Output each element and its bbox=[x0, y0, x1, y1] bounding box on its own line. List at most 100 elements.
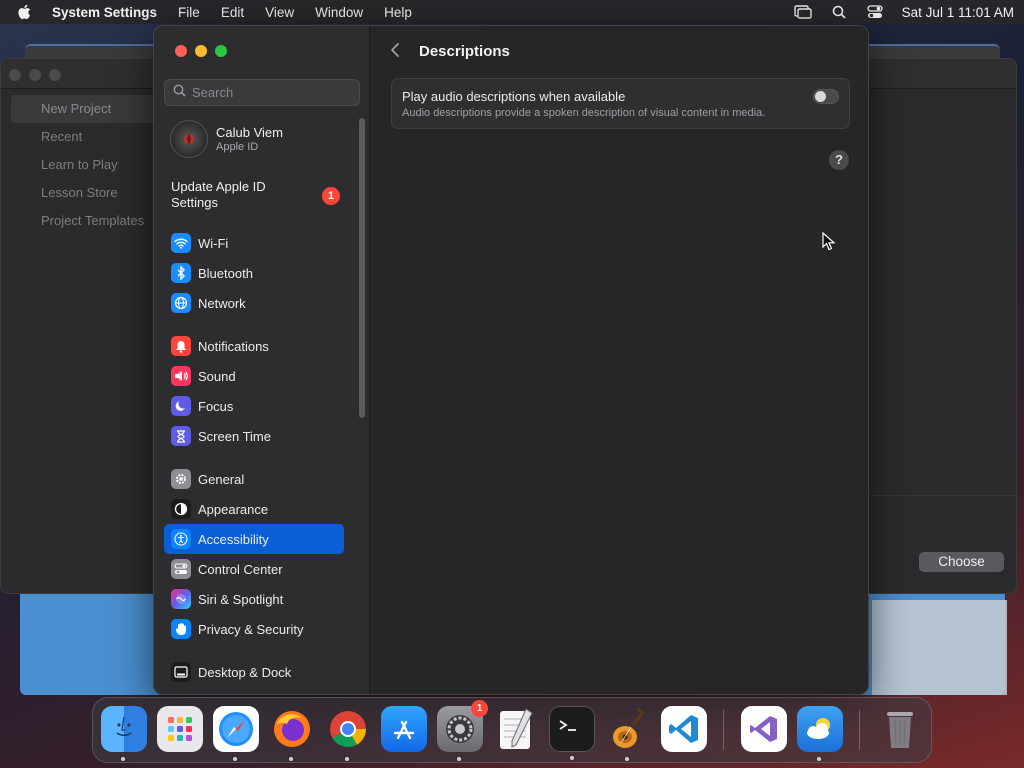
settings-content: Descriptions Play audio descriptions whe… bbox=[371, 26, 868, 694]
sidebar-item-network[interactable]: Network bbox=[164, 288, 344, 318]
trash-icon[interactable] bbox=[877, 706, 923, 752]
background-content-panel bbox=[872, 600, 1007, 695]
help-button[interactable]: ? bbox=[829, 150, 849, 170]
bluetooth-icon bbox=[171, 263, 191, 283]
sidebar-item-label: Accessibility bbox=[198, 531, 269, 547]
system-settings-icon[interactable]: 1 bbox=[437, 700, 488, 761]
menu-edit[interactable]: Edit bbox=[221, 5, 244, 20]
audio-descriptions-toggle[interactable] bbox=[813, 89, 839, 104]
menu-app-name[interactable]: System Settings bbox=[52, 5, 157, 20]
menu-file[interactable]: File bbox=[178, 5, 200, 20]
vscode-icon[interactable] bbox=[661, 706, 707, 752]
avatar bbox=[170, 120, 208, 158]
weather-icon[interactable] bbox=[797, 706, 843, 761]
close-button[interactable] bbox=[175, 45, 187, 57]
hand-icon bbox=[171, 619, 191, 639]
background-sidebar-item[interactable]: Lesson Store bbox=[11, 179, 161, 207]
menu-window[interactable]: Window bbox=[315, 5, 363, 20]
globe-icon bbox=[171, 293, 191, 313]
minimize-button[interactable] bbox=[195, 45, 207, 57]
profile-name: Calub Viem bbox=[216, 125, 283, 140]
sidebar-item-label: Control Center bbox=[198, 561, 283, 577]
background-sidebar-item[interactable]: Learn to Play bbox=[11, 151, 161, 179]
sidebar-scrollbar[interactable] bbox=[359, 118, 365, 418]
spotlight-search-icon[interactable] bbox=[830, 5, 848, 19]
chrome-icon[interactable] bbox=[325, 706, 371, 761]
apple-id-profile[interactable]: Calub Viem Apple ID bbox=[170, 120, 283, 158]
choose-button[interactable]: Choose bbox=[919, 552, 1004, 572]
textedit-icon[interactable] bbox=[493, 706, 539, 752]
search-input[interactable] bbox=[192, 85, 352, 100]
menu-help[interactable]: Help bbox=[384, 5, 412, 20]
sidebar-item-notifications[interactable]: Notifications bbox=[164, 331, 344, 361]
background-minimize-button[interactable] bbox=[29, 69, 41, 81]
sidebar-group-desktop: Desktop & Dock bbox=[164, 657, 344, 687]
background-sidebar: New Project Recent Learn to Play Lesson … bbox=[11, 95, 161, 235]
search-field[interactable] bbox=[164, 79, 360, 106]
sidebar-item-label: Privacy & Security bbox=[198, 621, 304, 637]
bell-icon bbox=[171, 336, 191, 356]
profile-subtitle: Apple ID bbox=[216, 141, 259, 153]
control-center-icon bbox=[171, 559, 191, 579]
sidebar-item-siri-spotlight[interactable]: Siri & Spotlight bbox=[164, 584, 344, 614]
sidebar-item-label: Wi-Fi bbox=[198, 235, 229, 251]
mouse-cursor-icon bbox=[822, 231, 836, 257]
settings-sidebar: Calub Viem Apple ID Update Apple ID Sett… bbox=[154, 26, 370, 694]
sidebar-item-control-center[interactable]: Control Center bbox=[164, 554, 344, 584]
sidebar-item-sound[interactable]: Sound bbox=[164, 361, 344, 391]
sidebar-item-label: Screen Time bbox=[198, 428, 271, 444]
background-footer bbox=[871, 495, 1018, 595]
zoom-button[interactable] bbox=[215, 45, 227, 57]
sidebar-item-focus[interactable]: Focus bbox=[164, 391, 344, 421]
menu-clock[interactable]: Sat Jul 1 11:01 AM bbox=[902, 5, 1014, 20]
sidebar-group-network: Wi-Fi Bluetooth Network bbox=[164, 228, 344, 318]
garageband-icon[interactable] bbox=[605, 706, 651, 761]
terminal-icon[interactable] bbox=[549, 706, 595, 760]
safari-icon[interactable] bbox=[213, 706, 259, 761]
sidebar-item-general[interactable]: General bbox=[164, 464, 344, 494]
back-button[interactable] bbox=[389, 42, 405, 60]
hourglass-icon bbox=[171, 426, 191, 446]
sidebar-item-wifi[interactable]: Wi-Fi bbox=[164, 228, 344, 258]
toggle-knob bbox=[815, 91, 826, 102]
background-sidebar-item[interactable]: Recent bbox=[11, 123, 161, 151]
speaker-icon bbox=[171, 366, 191, 386]
sidebar-group-system: General Appearance Accessibility Control… bbox=[164, 464, 344, 644]
dock-separator bbox=[859, 710, 860, 750]
sidebar-item-accessibility[interactable]: Accessibility bbox=[164, 524, 344, 554]
sidebar-item-screen-time[interactable]: Screen Time bbox=[164, 421, 344, 451]
app-store-icon[interactable] bbox=[381, 706, 427, 752]
notification-badge: 1 bbox=[322, 187, 340, 205]
sidebar-item-label: Network bbox=[198, 295, 246, 311]
visual-studio-icon[interactable] bbox=[741, 706, 787, 752]
firefox-icon[interactable] bbox=[269, 706, 315, 761]
screen-mirroring-icon[interactable] bbox=[793, 5, 812, 19]
system-settings-badge: 1 bbox=[471, 700, 488, 717]
sidebar-item-label: Focus bbox=[198, 398, 234, 414]
finder-icon[interactable] bbox=[101, 706, 147, 761]
update-apple-id-label: Update Apple ID Settings bbox=[171, 179, 266, 210]
control-center-menu-icon[interactable] bbox=[866, 5, 884, 19]
audio-descriptions-setting: Play audio descriptions when available A… bbox=[391, 78, 850, 129]
background-sidebar-item[interactable]: New Project bbox=[11, 95, 161, 123]
background-zoom-button[interactable] bbox=[49, 69, 61, 81]
dock-icon bbox=[171, 662, 191, 682]
sidebar-item-appearance[interactable]: Appearance bbox=[164, 494, 344, 524]
gear-icon bbox=[171, 469, 191, 489]
dock: 1 bbox=[92, 697, 932, 763]
accessibility-icon bbox=[171, 529, 191, 549]
apple-menu-icon[interactable] bbox=[16, 4, 32, 20]
menu-view[interactable]: View bbox=[265, 5, 294, 20]
sidebar-item-desktop-dock[interactable]: Desktop & Dock bbox=[164, 657, 344, 687]
sidebar-group-notifications: Notifications Sound Focus Screen Time bbox=[164, 331, 344, 451]
update-apple-id-item[interactable]: Update Apple ID Settings 1 bbox=[171, 179, 346, 211]
sidebar-item-bluetooth[interactable]: Bluetooth bbox=[164, 258, 344, 288]
background-sidebar-item[interactable]: Project Templates bbox=[11, 207, 161, 235]
sidebar-item-label: Notifications bbox=[198, 338, 269, 354]
sidebar-item-privacy-security[interactable]: Privacy & Security bbox=[164, 614, 344, 644]
background-close-button[interactable] bbox=[9, 69, 21, 81]
sidebar-item-label: Sound bbox=[198, 368, 236, 384]
launchpad-icon[interactable] bbox=[157, 706, 203, 752]
moon-icon bbox=[171, 396, 191, 416]
dock-separator bbox=[723, 710, 724, 750]
